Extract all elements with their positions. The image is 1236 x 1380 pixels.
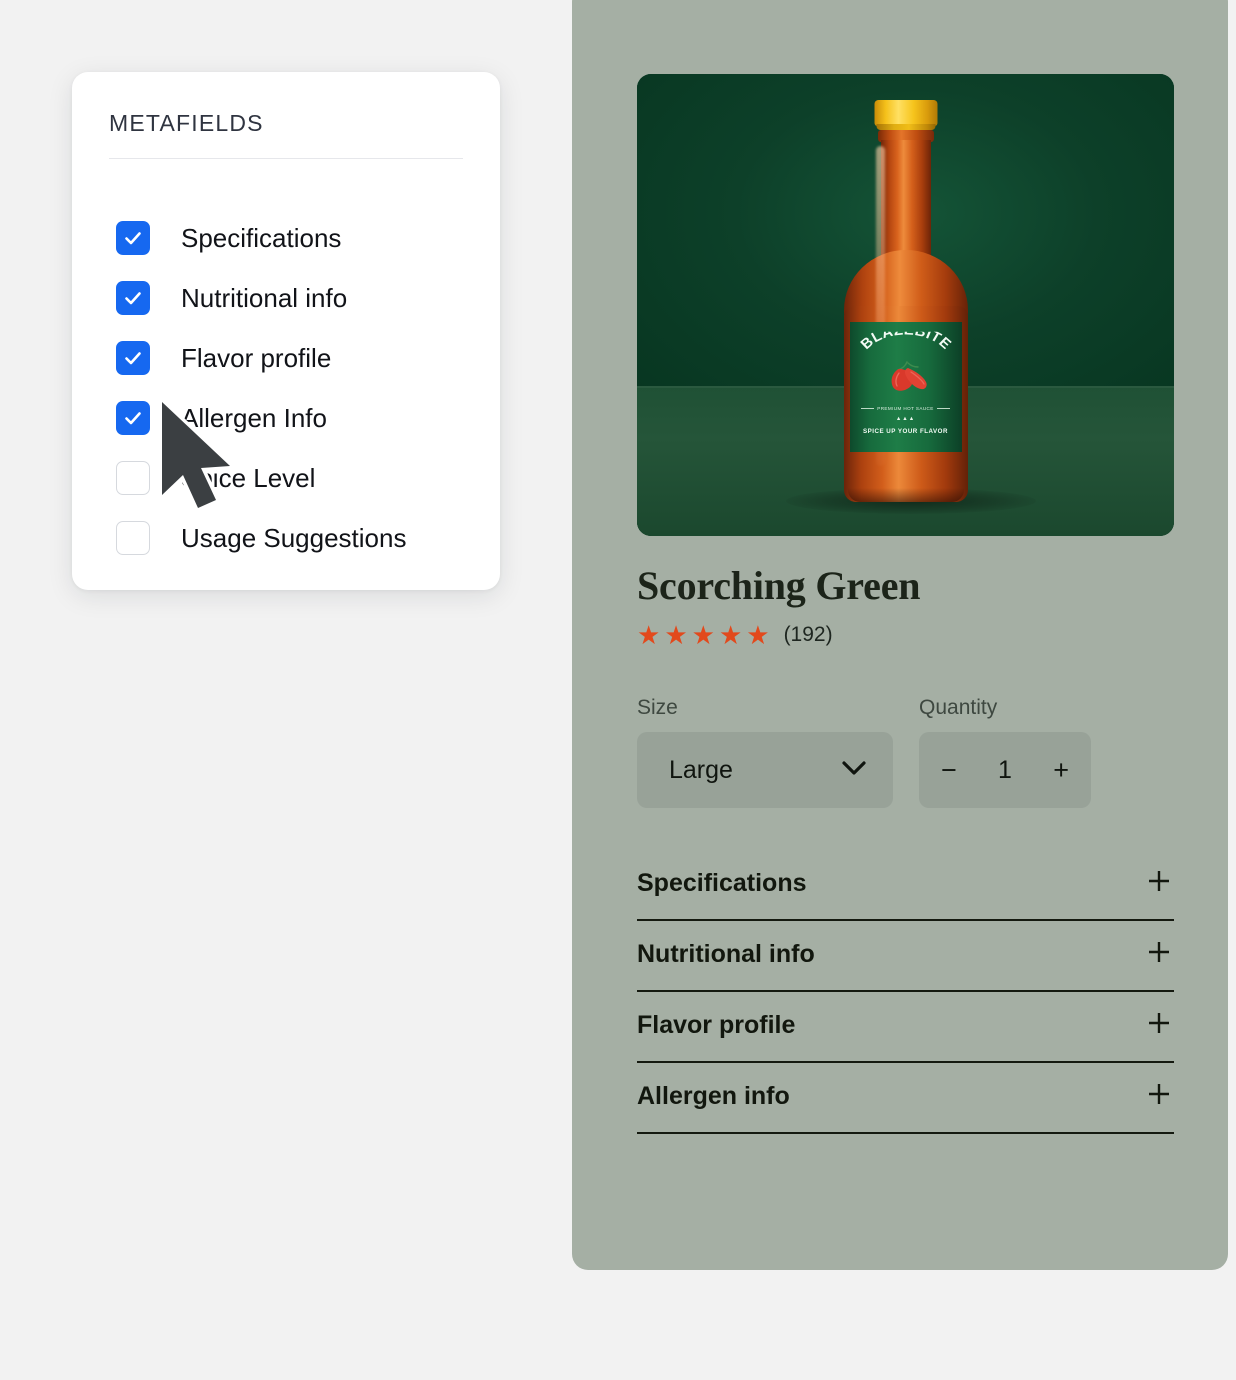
quantity-increment-button[interactable]: +	[1053, 757, 1069, 784]
quantity-decrement-button[interactable]: −	[941, 757, 957, 784]
checkbox-checked-icon[interactable]	[116, 401, 150, 435]
star-icon: ★	[719, 622, 742, 648]
metafield-item-spice-level[interactable]: Spice Level	[116, 448, 480, 508]
quantity-stepper[interactable]: − 1 +	[919, 732, 1091, 808]
product-content: BLAZEBITE	[637, 74, 1174, 1134]
brand-wordmark: BLAZEBITE	[850, 332, 962, 361]
metafield-label: Nutritional info	[181, 283, 347, 314]
app-root: BLAZEBITE	[0, 0, 1236, 1380]
product-image[interactable]: BLAZEBITE	[637, 74, 1174, 536]
metafield-label: Allergen Info	[181, 403, 327, 434]
accordion-label: Specifications	[637, 869, 807, 898]
size-option-group: Size Large	[637, 696, 893, 808]
bottle-cap-icon	[874, 100, 937, 126]
metafield-label: Flavor profile	[181, 343, 331, 374]
product-title: Scorching Green	[637, 564, 1174, 608]
label-heat-marks: ▲▲▲	[850, 416, 962, 422]
hot-sauce-bottle: BLAZEBITE	[842, 100, 970, 508]
accordion-row-specifications[interactable]: Specifications	[637, 850, 1174, 921]
checkbox-checked-icon[interactable]	[116, 341, 150, 375]
accordion-row-flavor-profile[interactable]: Flavor profile	[637, 992, 1174, 1063]
checkbox-unchecked-icon[interactable]	[116, 461, 150, 495]
brand-wordmark-text: BLAZEBITE	[858, 332, 954, 353]
bottle-label: BLAZEBITE	[850, 322, 962, 452]
star-icon: ★	[664, 622, 687, 648]
checkbox-unchecked-icon[interactable]	[116, 521, 150, 555]
accordion-row-allergen-info[interactable]: Allergen info	[637, 1063, 1174, 1134]
star-rating-icons: ★ ★ ★ ★ ★	[637, 622, 770, 648]
metafield-label: Specifications	[181, 223, 341, 254]
checkbox-checked-icon[interactable]	[116, 221, 150, 255]
metafield-item-allergen-info[interactable]: Allergen Info	[116, 388, 480, 448]
metafield-label: Spice Level	[181, 463, 315, 494]
metafield-accordion: Specifications Nutritional info	[637, 850, 1174, 1134]
chili-pepper-icon	[877, 358, 935, 403]
plus-icon[interactable]	[1144, 1008, 1174, 1043]
accordion-row-nutritional-info[interactable]: Nutritional info	[637, 921, 1174, 992]
label-rule-left	[861, 408, 874, 409]
quantity-label: Quantity	[919, 696, 1091, 720]
bottle-neck	[881, 140, 931, 262]
label-subtitle-row: PREMIUM HOT SAUCE	[850, 406, 962, 411]
quantity-value: 1	[998, 756, 1012, 785]
plus-icon[interactable]	[1144, 866, 1174, 901]
quantity-option-group: Quantity − 1 +	[919, 696, 1091, 808]
accordion-label: Nutritional info	[637, 940, 815, 969]
metafields-checkbox-list: Specifications Nutritional info Flavor p…	[116, 208, 480, 568]
accordion-label: Allergen info	[637, 1082, 790, 1111]
metafield-item-usage-suggestions[interactable]: Usage Suggestions	[116, 508, 480, 568]
metafield-item-specifications[interactable]: Specifications	[116, 208, 480, 268]
accordion-label: Flavor profile	[637, 1011, 795, 1040]
svg-text:BLAZEBITE: BLAZEBITE	[858, 332, 954, 353]
product-options: Size Large Quantity − 1	[637, 696, 1174, 808]
star-icon: ★	[692, 622, 715, 648]
size-selected-value: Large	[669, 756, 733, 785]
review-count: (192)	[784, 623, 833, 647]
product-rating: ★ ★ ★ ★ ★ (192)	[637, 622, 1174, 648]
plus-icon[interactable]	[1144, 937, 1174, 972]
metafields-card: METAFIELDS Specifications Nutritional in…	[72, 72, 500, 590]
label-subtitle: PREMIUM HOT SAUCE	[877, 406, 934, 411]
product-preview-panel: BLAZEBITE	[572, 0, 1228, 1270]
metafields-divider	[109, 158, 463, 159]
checkbox-checked-icon[interactable]	[116, 281, 150, 315]
metafield-item-nutritional-info[interactable]: Nutritional info	[116, 268, 480, 328]
star-icon: ★	[637, 622, 660, 648]
metafields-heading: METAFIELDS	[109, 110, 264, 137]
chevron-down-icon	[841, 760, 867, 781]
size-label: Size	[637, 696, 893, 720]
plus-icon[interactable]	[1144, 1079, 1174, 1114]
metafield-item-flavor-profile[interactable]: Flavor profile	[116, 328, 480, 388]
star-icon: ★	[746, 622, 769, 648]
label-tagline: SPICE UP YOUR FLAVOR	[850, 428, 962, 435]
size-select[interactable]: Large	[637, 732, 893, 808]
metafield-label: Usage Suggestions	[181, 523, 406, 554]
label-rule-right	[937, 408, 950, 409]
